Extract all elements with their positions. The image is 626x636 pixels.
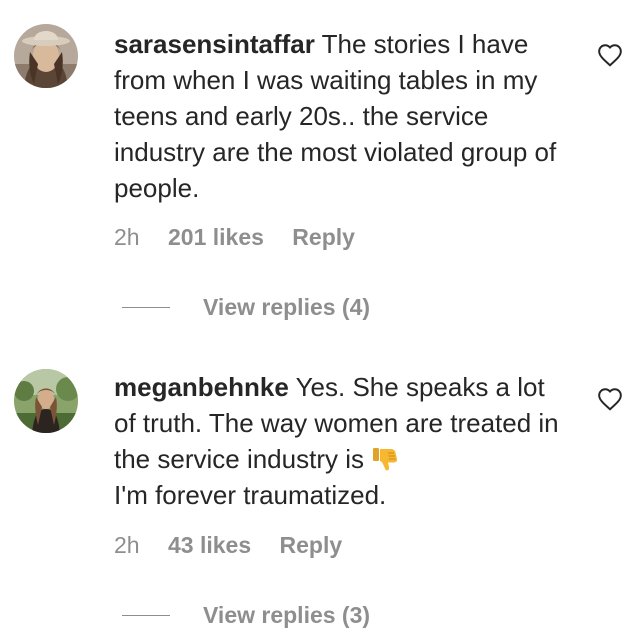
comment-body: meganbehnke Yes. She speaks a lot of tru… xyxy=(114,369,564,513)
avatar[interactable] xyxy=(14,369,78,433)
comment-timestamp: 2h xyxy=(114,532,140,558)
likes-count[interactable]: 201 likes xyxy=(168,224,264,250)
avatar[interactable] xyxy=(14,24,78,88)
user-avatar-icon xyxy=(14,369,78,433)
view-replies-label: View replies (4) xyxy=(203,294,371,320)
comment-body: sarasensintaffar The stories I have from… xyxy=(114,26,564,206)
divider-line xyxy=(122,615,170,616)
heart-outline-icon xyxy=(598,44,622,67)
reply-button[interactable]: Reply xyxy=(280,532,343,558)
reply-button[interactable]: Reply xyxy=(292,224,355,250)
comment-username[interactable]: sarasensintaffar xyxy=(114,29,315,59)
view-replies-label: View replies (3) xyxy=(203,602,371,628)
like-button[interactable] xyxy=(597,43,623,67)
comment-text-continued: I'm forever traumatized. xyxy=(114,480,387,510)
comment-meta: 2h 201 likes Reply xyxy=(114,222,377,252)
comment-timestamp: 2h xyxy=(114,224,140,250)
like-button[interactable] xyxy=(597,387,623,411)
heart-outline-icon xyxy=(598,388,622,411)
comment-meta: 2h 43 likes Reply xyxy=(114,530,364,560)
thumbs-down-icon xyxy=(371,445,399,473)
user-avatar-icon xyxy=(14,24,78,88)
likes-count[interactable]: 43 likes xyxy=(168,532,251,558)
divider-line xyxy=(122,307,170,308)
comment-username[interactable]: meganbehnke xyxy=(114,372,289,402)
